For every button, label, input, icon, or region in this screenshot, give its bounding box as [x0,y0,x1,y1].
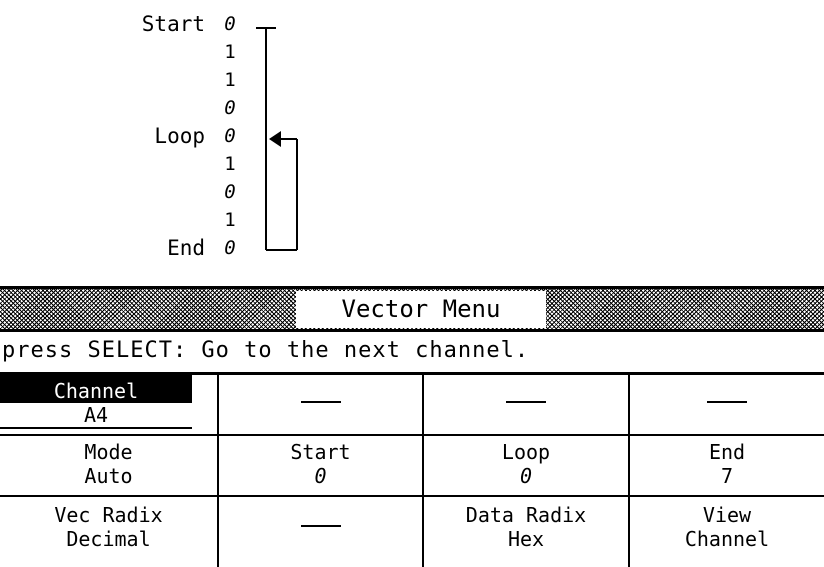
vec-radix-value: Decimal [66,527,151,551]
mode-softkey[interactable]: Mode Auto [0,438,217,495]
channel-softkey[interactable]: Channel A4 [0,375,217,434]
channel-label: Channel [53,379,139,403]
menu-bar: Vector Menu [0,286,824,332]
end-softkey[interactable]: End 7 [630,438,824,495]
vec-radix-softkey[interactable]: Vec Radix Decimal [0,499,217,559]
blank-dash [707,401,747,403]
start-label: Start [290,440,351,464]
data-radix-softkey[interactable]: Data Radix Hex [424,499,628,559]
blank-dash [506,401,546,403]
blank-dash [300,525,341,527]
loop-bracket [256,27,298,251]
loop-label: Loop [501,440,551,464]
status-prompt: press SELECT: Go to the next channel. [2,338,530,363]
view-value: Channel [684,527,770,551]
softkey-blank-3[interactable] [630,375,824,434]
mode-label: Mode [84,440,133,464]
channel-value: A4 [0,403,192,427]
softkey-blank-1[interactable] [219,375,422,434]
mode-value: Auto [84,464,133,488]
view-channel-softkey[interactable]: View Channel [630,499,824,559]
softkey-blank-4[interactable] [219,499,422,559]
menu-title: Vector Menu [296,291,546,328]
loop-softkey[interactable]: Loop 0 [424,438,628,495]
end-value: 7 [720,464,734,488]
softkey-blank-2[interactable] [424,375,628,434]
view-label: View [702,503,752,527]
start-value: 0 [314,464,327,488]
end-label: End [708,440,746,464]
start-softkey[interactable]: Start 0 [219,438,422,495]
arrow-left-icon [269,131,281,147]
data-radix-value: Hex [507,527,545,551]
vec-radix-label: Vec Radix [54,503,163,527]
data-radix-label: Data Radix [465,503,587,527]
loop-value: 0 [519,464,533,488]
blank-dash [300,401,341,403]
